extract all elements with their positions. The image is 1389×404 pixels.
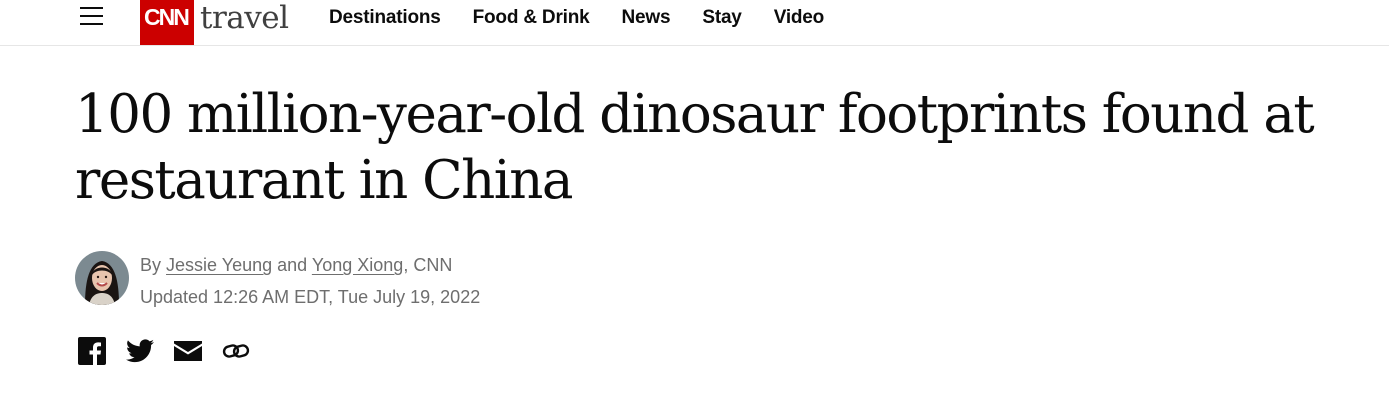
nav-stay[interactable]: Stay: [702, 7, 742, 29]
facebook-icon[interactable]: [77, 336, 107, 366]
author-avatar[interactable]: [75, 251, 129, 305]
author-link-yong-xiong[interactable]: Yong Xiong: [312, 255, 403, 275]
top-navigation-bar: CNN travel Destinations Food & Drink New…: [0, 0, 1389, 46]
byline-outlet: , CNN: [403, 255, 453, 275]
hamburger-menu-icon[interactable]: [80, 5, 104, 27]
travel-logo-text: travel: [200, 0, 289, 36]
share-bar: [77, 336, 269, 366]
byline-prefix: By: [140, 255, 162, 275]
twitter-icon[interactable]: [125, 336, 155, 366]
nav-destinations[interactable]: Destinations: [329, 7, 441, 29]
cnn-logo: CNN: [140, 0, 194, 45]
email-icon[interactable]: [173, 336, 203, 366]
link-icon[interactable]: [221, 336, 251, 366]
author-link-jessie-yeung[interactable]: Jessie Yeung: [166, 255, 272, 275]
nav-video[interactable]: Video: [774, 7, 825, 29]
cnn-travel-logo[interactable]: CNN travel: [140, 0, 289, 45]
article-timestamp: Updated 12:26 AM EDT, Tue July 19, 2022: [140, 287, 481, 307]
section-nav: Destinations Food & Drink News Stay Vide…: [329, 0, 856, 36]
nav-food-drink[interactable]: Food & Drink: [473, 7, 590, 29]
article-headline: 100 million-year-old dinosaur footprints…: [75, 84, 1315, 211]
nav-news[interactable]: News: [622, 7, 671, 29]
cnn-logo-text: CNN: [144, 4, 190, 30]
article-byline: By Jessie Yeung and Yong Xiong, CNN: [140, 254, 452, 276]
byline-conjunction: and: [277, 255, 308, 275]
